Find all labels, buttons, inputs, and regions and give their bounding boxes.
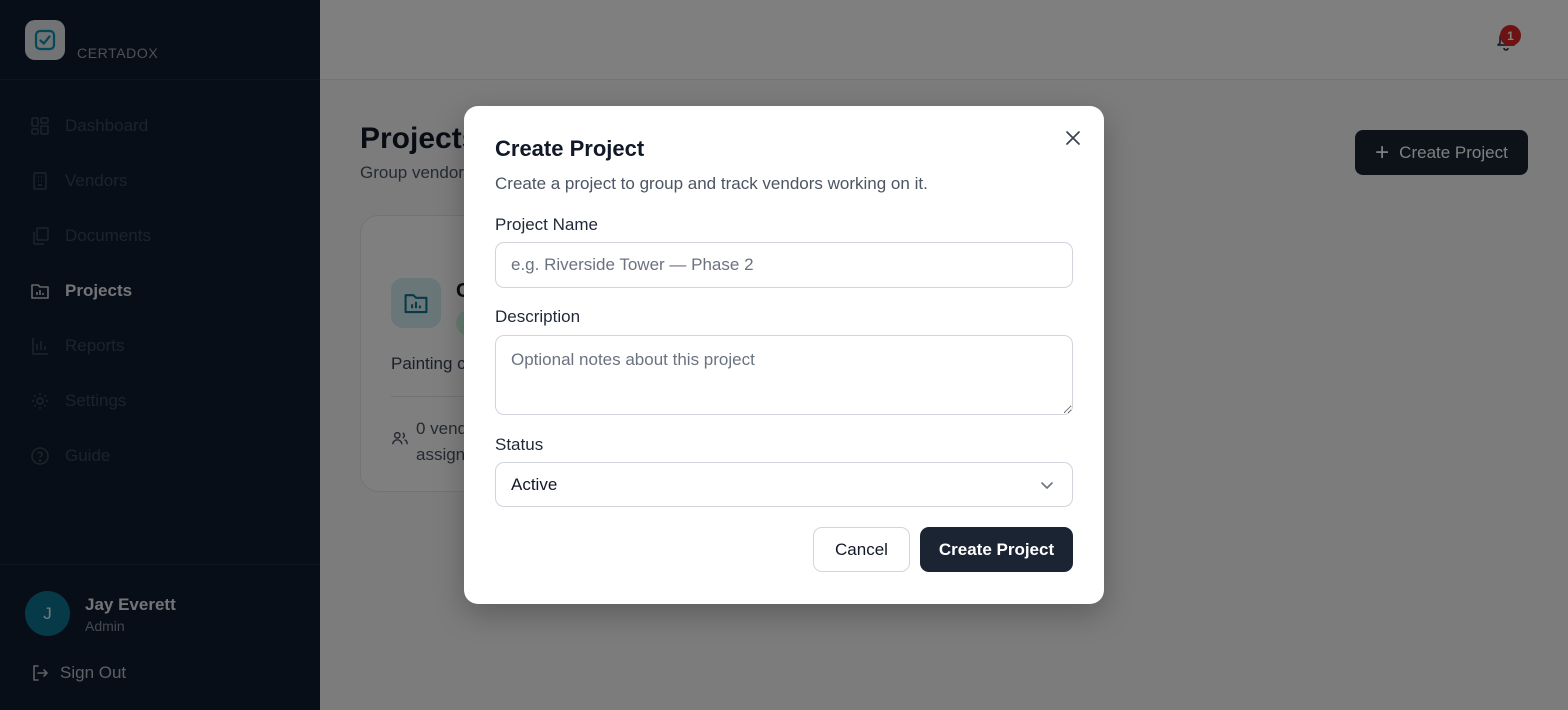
create-project-dialog: Create Project Create a project to group…	[464, 106, 1104, 604]
status-label: Status	[495, 435, 544, 454]
status-select[interactable]: Active	[495, 462, 1073, 507]
submit-create-project-button[interactable]: Create Project	[920, 527, 1073, 572]
close-button[interactable]	[1063, 128, 1083, 148]
description-label: Description	[495, 307, 581, 326]
project-name-label: Project Name	[495, 215, 598, 234]
chevron-down-icon	[1041, 482, 1053, 489]
cancel-button[interactable]: Cancel	[813, 527, 910, 572]
description-textarea[interactable]	[495, 335, 1073, 415]
close-icon	[1066, 131, 1080, 145]
status-value: Active	[511, 474, 558, 494]
dialog-subtitle: Create a project to group and track vend…	[495, 174, 928, 193]
project-name-input[interactable]	[495, 242, 1073, 288]
dialog-title: Create Project	[495, 136, 645, 161]
